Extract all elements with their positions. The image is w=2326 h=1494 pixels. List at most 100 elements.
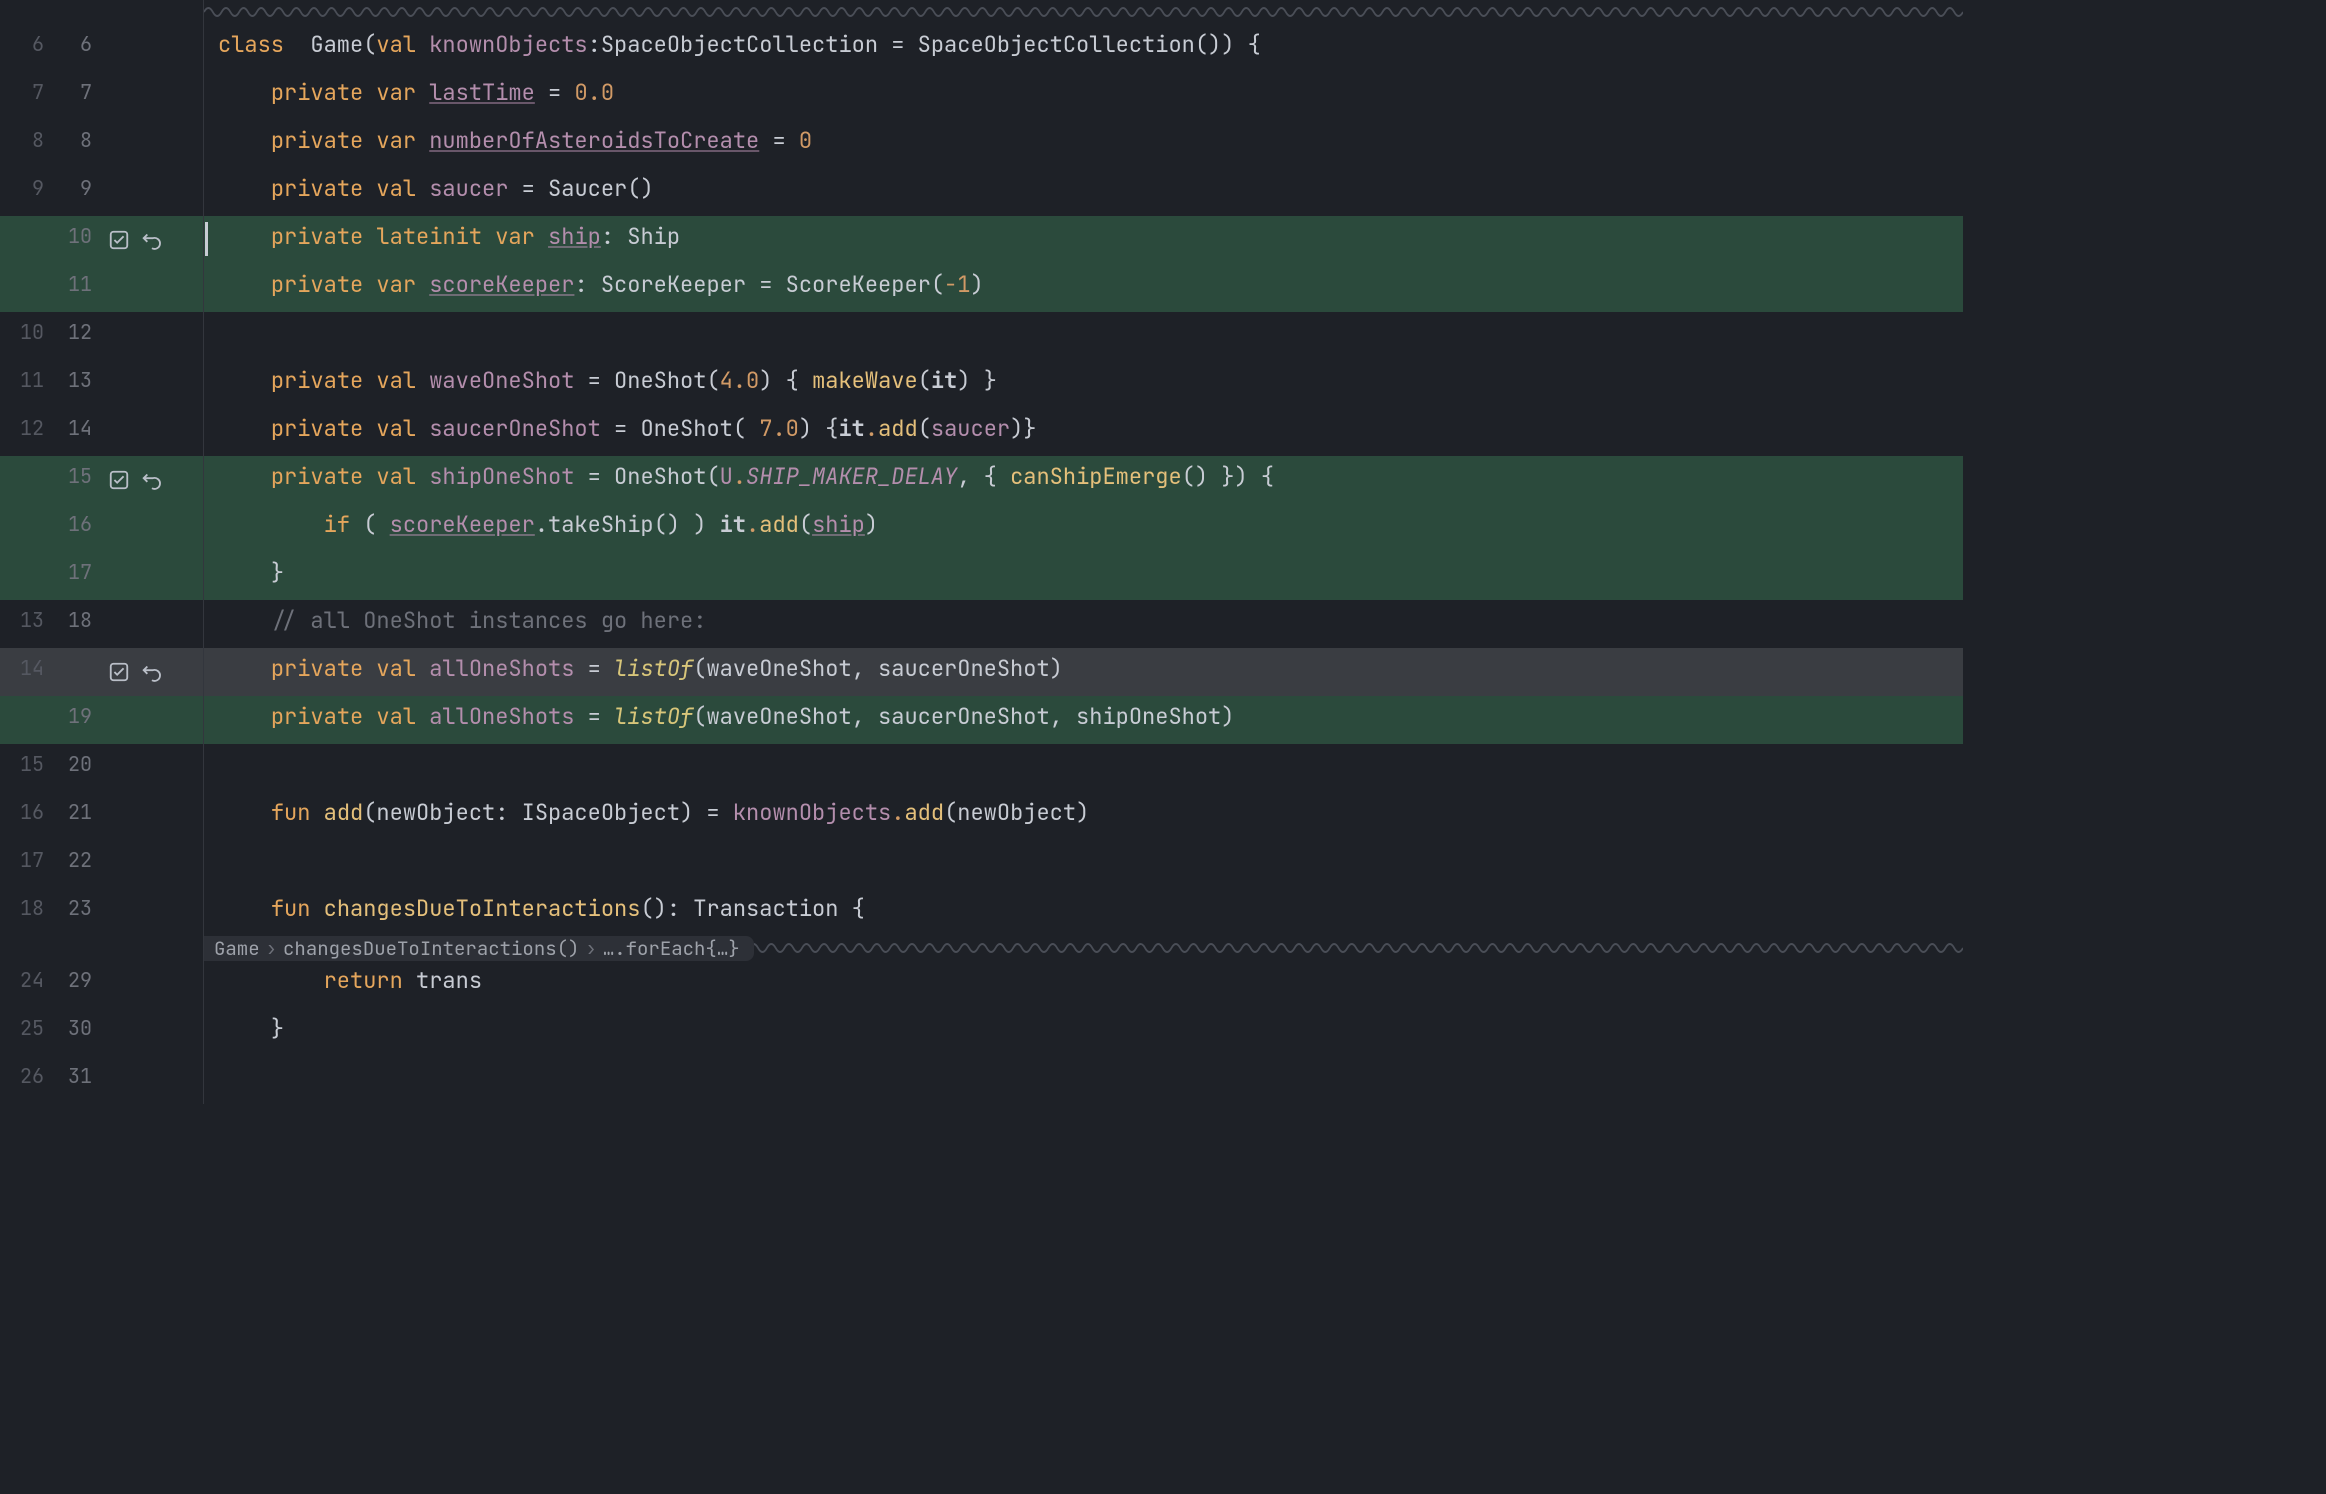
code-line[interactable]: 1823 fun changesDueToInteractions(): Tra…: [0, 888, 1963, 936]
gutter-icons: [96, 408, 204, 456]
code-line[interactable]: 2530 }: [0, 1008, 1963, 1056]
line-number-old: [0, 696, 48, 744]
line-number-old: 26: [0, 1056, 48, 1104]
line-number-new: 7: [48, 72, 96, 120]
code-content[interactable]: private var scoreKeeper: ScoreKeeper = S…: [204, 264, 1963, 312]
line-number-new: 30: [48, 1008, 96, 1056]
line-number-new: 11: [48, 264, 96, 312]
code-content[interactable]: fun changesDueToInteractions(): Transact…: [204, 888, 1963, 936]
line-number-old: [0, 456, 48, 504]
line-number-old: [0, 264, 48, 312]
code-content[interactable]: [204, 744, 1963, 792]
accept-change-icon[interactable]: [106, 467, 132, 493]
code-content[interactable]: private val allOneShots = listOf(waveOne…: [204, 648, 1963, 696]
code-content[interactable]: private val waveOneShot = OneShot(4.0) {…: [204, 360, 1963, 408]
accept-change-icon[interactable]: [106, 659, 132, 685]
line-number-new: 9: [48, 168, 96, 216]
code-line[interactable]: 2429 return trans: [0, 960, 1963, 1008]
line-number-old: 8: [0, 120, 48, 168]
line-number-old: [0, 216, 48, 264]
code-content[interactable]: }: [204, 1008, 1963, 1056]
revert-change-icon[interactable]: [138, 659, 164, 685]
code-line[interactable]: 77 private var lastTime = 0.0: [0, 72, 1963, 120]
code-content[interactable]: }: [204, 552, 1963, 600]
gutter-icons: [96, 312, 204, 360]
gutter-icons: [96, 456, 204, 504]
line-number-new: 21: [48, 792, 96, 840]
line-number-new: 13: [48, 360, 96, 408]
code-line[interactable]: 1318 // all OneShot instances go here:: [0, 600, 1963, 648]
line-number-new: 19: [48, 696, 96, 744]
line-number-new: 6: [48, 24, 96, 72]
code-line[interactable]: 1722: [0, 840, 1963, 888]
code-line[interactable]: 1621 fun add(newObject: ISpaceObject) = …: [0, 792, 1963, 840]
code-content[interactable]: private val saucerOneShot = OneShot( 7.0…: [204, 408, 1963, 456]
accept-change-icon[interactable]: [106, 227, 132, 253]
code-line[interactable]: 1214 private val saucerOneShot = OneShot…: [0, 408, 1963, 456]
code-content[interactable]: private lateinit var ship: Ship: [204, 216, 1963, 264]
breadcrumb-segment: Game: [214, 939, 260, 958]
line-number-old: 18: [0, 888, 48, 936]
line-number-new: 10: [48, 216, 96, 264]
code-content[interactable]: if ( scoreKeeper.takeShip() ) it.add(shi…: [204, 504, 1963, 552]
diff-editor: 66class Game(val knownObjects:SpaceObjec…: [0, 0, 1963, 1104]
line-number-new: 29: [48, 960, 96, 1008]
breadcrumb-segment: ….forEach{…}: [603, 939, 740, 958]
code-line[interactable]: 1520: [0, 744, 1963, 792]
code-line[interactable]: 19 private val allOneShots = listOf(wave…: [0, 696, 1963, 744]
line-number-new: 8: [48, 120, 96, 168]
code-content[interactable]: private val shipOneShot = OneShot(U.SHIP…: [204, 456, 1963, 504]
code-content[interactable]: private var numberOfAsteroidsToCreate = …: [204, 120, 1963, 168]
revert-change-icon[interactable]: [138, 467, 164, 493]
line-number-old: [0, 552, 48, 600]
code-line[interactable]: 17 }: [0, 552, 1963, 600]
code-line[interactable]: 99 private val saucer = Saucer(): [0, 168, 1963, 216]
line-number-old: 13: [0, 600, 48, 648]
line-number-new: [48, 648, 96, 696]
line-number-old: 11: [0, 360, 48, 408]
code-content[interactable]: class Game(val knownObjects:SpaceObjectC…: [204, 24, 1963, 72]
gutter-icons: [96, 888, 204, 936]
code-content[interactable]: // all OneShot instances go here:: [204, 600, 1963, 648]
line-number-new: 15: [48, 456, 96, 504]
code-line[interactable]: 10 private lateinit var ship: Ship: [0, 216, 1963, 264]
line-number-new: 20: [48, 744, 96, 792]
code-line[interactable]: 1012: [0, 312, 1963, 360]
code-content[interactable]: private val saucer = Saucer(): [204, 168, 1963, 216]
code-content[interactable]: private var lastTime = 0.0: [204, 72, 1963, 120]
line-number-old: 9: [0, 168, 48, 216]
code-line[interactable]: 88 private var numberOfAsteroidsToCreate…: [0, 120, 1963, 168]
line-number-old: 16: [0, 792, 48, 840]
line-number-old: 17: [0, 840, 48, 888]
gutter-icons: [96, 792, 204, 840]
line-number-old: 25: [0, 1008, 48, 1056]
line-number-new: 12: [48, 312, 96, 360]
code-line[interactable]: 66class Game(val knownObjects:SpaceObjec…: [0, 24, 1963, 72]
line-number-new: 17: [48, 552, 96, 600]
line-number-new: 31: [48, 1056, 96, 1104]
code-content[interactable]: [204, 312, 1963, 360]
line-number-old: 7: [0, 72, 48, 120]
gutter-icons: [96, 696, 204, 744]
code-line[interactable]: 1113 private val waveOneShot = OneShot(4…: [0, 360, 1963, 408]
revert-change-icon[interactable]: [138, 227, 164, 253]
line-number-old: 10: [0, 312, 48, 360]
gutter-icons: [96, 216, 204, 264]
code-line[interactable]: 2631: [0, 1056, 1963, 1104]
gutter-icons: [96, 24, 204, 72]
code-line[interactable]: 15 private val shipOneShot = OneShot(U.S…: [0, 456, 1963, 504]
breadcrumb-separator-icon: ›: [585, 939, 596, 958]
code-line[interactable]: 14 private val allOneShots = listOf(wave…: [0, 648, 1963, 696]
code-content[interactable]: return trans: [204, 960, 1963, 1008]
code-line[interactable]: 16 if ( scoreKeeper.takeShip() ) it.add(…: [0, 504, 1963, 552]
code-content[interactable]: private val allOneShots = listOf(waveOne…: [204, 696, 1963, 744]
gutter-icons: [96, 1008, 204, 1056]
code-line[interactable]: 11 private var scoreKeeper: ScoreKeeper …: [0, 264, 1963, 312]
gutter-icons: [96, 600, 204, 648]
gutter-icons: [96, 1056, 204, 1104]
breadcrumb[interactable]: Game › changesDueToInteractions() › ….fo…: [204, 936, 754, 961]
breadcrumb-segment: changesDueToInteractions(): [283, 939, 579, 958]
code-content[interactable]: [204, 1056, 1963, 1104]
code-content[interactable]: fun add(newObject: ISpaceObject) = known…: [204, 792, 1963, 840]
code-content[interactable]: [204, 840, 1963, 888]
